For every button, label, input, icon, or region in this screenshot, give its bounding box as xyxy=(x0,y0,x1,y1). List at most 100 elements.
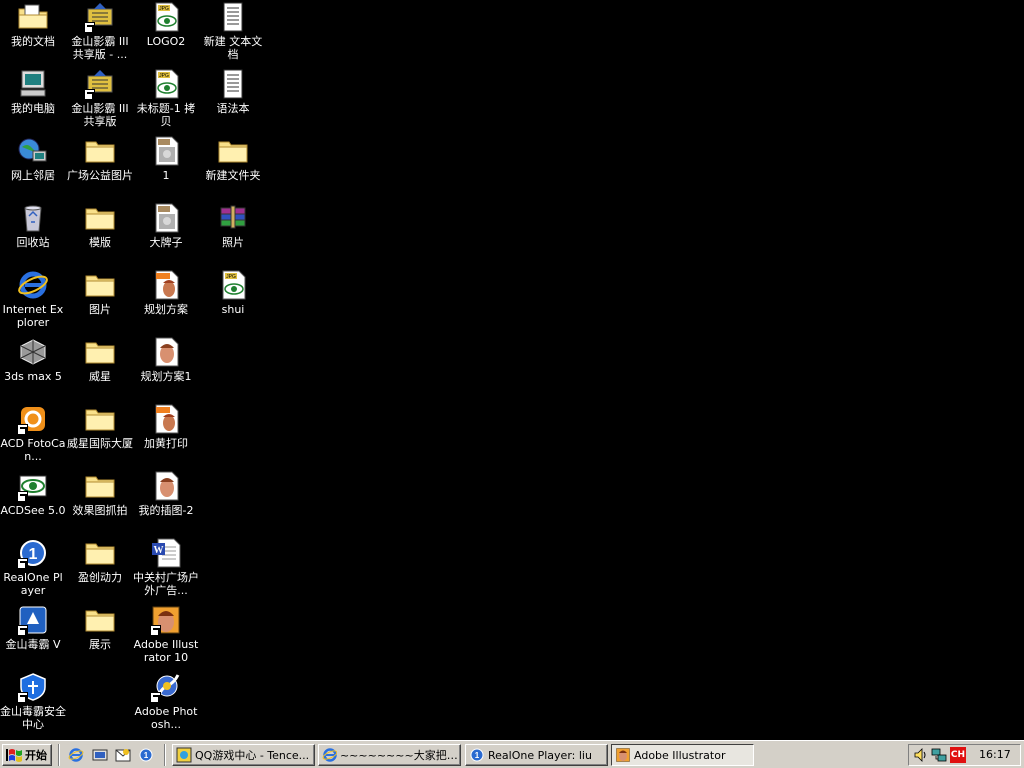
adobe-illustrator-icon xyxy=(615,747,631,763)
svg-text:1: 1 xyxy=(29,546,38,563)
word-document-icon: W xyxy=(150,537,182,569)
task-button[interactable]: 1 RealOne Player: liu xyxy=(465,744,608,766)
realone-player-icon: 1 xyxy=(469,747,485,763)
outlook-express-icon[interactable] xyxy=(114,746,132,764)
desktop-icon[interactable]: Internet Explorer xyxy=(0,268,66,332)
kingsoft-antivirus-icon xyxy=(17,604,49,636)
desktop-icon-label: 效果图抓拍 xyxy=(72,504,128,517)
desktop-icon-label: 网上邻居 xyxy=(11,169,55,182)
internet-explorer-icon xyxy=(17,269,49,301)
desktop-icon[interactable]: 金山毒霸 V xyxy=(0,603,66,667)
folder-icon xyxy=(217,135,249,167)
desktop-icon[interactable]: 大牌子 xyxy=(133,201,199,265)
start-button[interactable]: 开始 xyxy=(2,744,52,766)
task-button[interactable]: Adobe Illustrator xyxy=(611,744,754,766)
desktop-icon[interactable]: 1 xyxy=(133,134,199,198)
show-desktop-icon[interactable] xyxy=(91,746,109,764)
desktop-icon[interactable]: 回收站 xyxy=(0,201,66,265)
task-button-label: Adobe Illustrator xyxy=(634,748,726,762)
text-document-icon xyxy=(217,1,249,33)
desktop-icon-label: 加黄打印 xyxy=(144,437,188,450)
desktop-icon-label: ACDSee 5.0 xyxy=(0,504,66,517)
desktop-icon[interactable]: 我的文档 xyxy=(0,0,66,64)
desktop-icon[interactable]: 1 RealOne Player xyxy=(0,536,66,600)
venus-file-icon xyxy=(150,336,182,368)
task-button-label: ~~~~~~~~大家把自... xyxy=(339,749,460,762)
desktop-icon-label: 广场公益图片 xyxy=(67,169,133,182)
desktop-icon-label: 金山影霸 III 共享版 xyxy=(71,102,129,128)
jpg-file-icon: JPG xyxy=(150,1,182,33)
clock[interactable]: 16:17 xyxy=(979,748,1011,761)
desktop-icon[interactable]: 展示 xyxy=(67,603,133,667)
recycle-bin-icon xyxy=(17,202,49,234)
desktop-icon[interactable]: 3ds max 5 xyxy=(0,335,66,399)
desktop-icon[interactable]: 模版 xyxy=(67,201,133,265)
desktop-icon[interactable]: 规划方案1 xyxy=(133,335,199,399)
desktop-icon[interactable]: 规划方案 xyxy=(133,268,199,332)
desktop-icon[interactable]: 网上邻居 xyxy=(0,134,66,198)
svg-text:JPG: JPG xyxy=(159,6,169,12)
desktop-icon[interactable]: Adobe Illustrator 10 xyxy=(133,603,199,667)
desktop-icon[interactable]: ACDSee 5.0 xyxy=(0,469,66,533)
acd-fotocanvas-icon xyxy=(17,403,49,435)
desktop-icon[interactable]: JPG shui xyxy=(200,268,266,332)
folder-icon xyxy=(84,135,116,167)
desktop-icon[interactable]: 图片 xyxy=(67,268,133,332)
taskbar-separator xyxy=(164,744,166,766)
desktop-icon-label: 金山毒霸 V xyxy=(5,638,61,651)
svg-text:1: 1 xyxy=(144,751,149,760)
volume-icon[interactable] xyxy=(913,747,929,763)
desktop-icon[interactable]: Adobe Photosh... xyxy=(133,670,199,734)
desktop-icon[interactable]: JPG LOGO2 xyxy=(133,0,199,64)
shortcut-arrow-icon xyxy=(84,89,95,100)
desktop-icon[interactable]: 金山毒霸安全中心 xyxy=(0,670,66,734)
desktop-icon-label: 规划方案 xyxy=(144,303,188,316)
desktop-icon-label: 语法本 xyxy=(216,102,250,115)
desktop-icon[interactable]: 盈创动力 xyxy=(67,536,133,600)
kingsoft-player-icon xyxy=(84,1,116,33)
desktop-icon[interactable]: 照片 xyxy=(200,201,266,265)
network-icon[interactable] xyxy=(931,747,947,763)
desktop[interactable]: 我的文档我的电脑网上邻居回收站 Internet Explorer 3ds max … xyxy=(0,0,1024,740)
task-button[interactable]: QQ游戏中心 - Tence... xyxy=(172,744,315,766)
desktop-icon[interactable]: 威星 xyxy=(67,335,133,399)
desktop-icon-label: 新建文件夹 xyxy=(205,169,261,182)
task-button[interactable]: ~~~~~~~~大家把自... xyxy=(318,744,461,766)
desktop-icon[interactable]: 我的电脑 xyxy=(0,67,66,131)
desktop-icon[interactable]: W 中关村广场户外广告... xyxy=(133,536,199,600)
desktop-icon-label: 金山毒霸安全中心 xyxy=(0,705,66,731)
svg-text:1: 1 xyxy=(475,751,480,760)
shortcut-arrow-icon xyxy=(17,692,28,703)
desktop-icon[interactable]: 效果图抓拍 xyxy=(67,469,133,533)
jpg-file-icon: JPG xyxy=(217,269,249,301)
shortcut-arrow-icon xyxy=(84,22,95,33)
image-file-icon xyxy=(150,135,182,167)
desktop-icon[interactable]: 威星国际大厦 xyxy=(67,402,133,466)
task-button-label: RealOne Player: liu xyxy=(488,748,592,762)
desktop-icon[interactable]: 新建 文本文档 xyxy=(200,0,266,64)
realone-quicklaunch-icon[interactable]: 1 xyxy=(137,746,155,764)
desktop-icon-label: 我的插图-2 xyxy=(138,504,194,517)
desktop-icon-label: 威星国际大厦 xyxy=(67,437,133,450)
illustrator-file-icon xyxy=(150,269,182,301)
desktop-icon[interactable]: 我的插图-2 xyxy=(133,469,199,533)
desktop-icon[interactable]: 广场公益图片 xyxy=(67,134,133,198)
desktop-icon-label: 我的电脑 xyxy=(11,102,55,115)
desktop-icon[interactable]: 金山影霸 III 共享版 - ... xyxy=(67,0,133,64)
desktop-icon[interactable]: 语法本 xyxy=(200,67,266,131)
desktop-icon[interactable]: 金山影霸 III 共享版 xyxy=(67,67,133,131)
desktop-icon-label: Adobe Photosh... xyxy=(134,705,198,731)
shortcut-arrow-icon xyxy=(17,424,28,435)
winrar-archive-icon xyxy=(217,202,249,234)
windows-logo-icon xyxy=(6,749,22,762)
internet-explorer-icon[interactable] xyxy=(67,746,85,764)
desktop-icon-label: 新建 文本文档 xyxy=(203,35,263,61)
desktop-icon[interactable]: 新建文件夹 xyxy=(200,134,266,198)
ime-indicator[interactable]: CH xyxy=(950,747,966,763)
venus-file-icon xyxy=(150,470,182,502)
desktop-icon[interactable]: ACD FotoCan... xyxy=(0,402,66,466)
system-tray: CH 16:17 xyxy=(908,744,1021,766)
desktop-icon[interactable]: JPG 未标题-1 拷贝 xyxy=(133,67,199,131)
jpg-file-icon: JPG xyxy=(150,68,182,100)
desktop-icon[interactable]: 加黄打印 xyxy=(133,402,199,466)
